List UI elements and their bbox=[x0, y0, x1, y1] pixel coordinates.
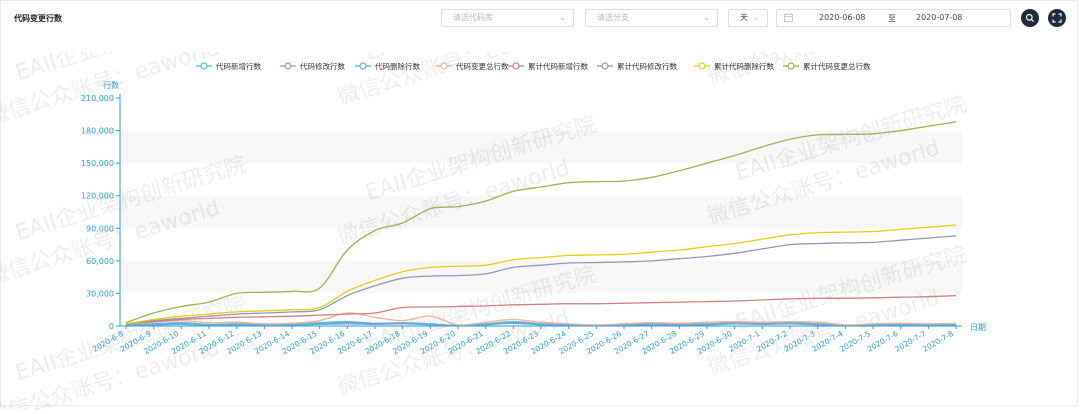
unit-select[interactable]: 天 ⌄ bbox=[728, 9, 768, 27]
date-separator: 至 bbox=[888, 14, 896, 23]
fullscreen-icon bbox=[1052, 13, 1062, 23]
y-tick-label: 30,000 bbox=[86, 289, 114, 298]
legend-swatch-marker bbox=[200, 62, 208, 70]
chevron-down-icon: ⌄ bbox=[753, 13, 760, 22]
legend-label: 累计代码修改行数 bbox=[617, 61, 677, 71]
watermark-tile: EAII企业架构创新研究院微信公众账号：eaworld bbox=[334, 0, 599, 110]
watermark-tile: EAII企业架构创新研究院微信公众账号：eaworld bbox=[704, 0, 969, 90]
repo-select[interactable]: 请选代码库 ⌄ bbox=[441, 9, 574, 27]
search-icon bbox=[1025, 13, 1035, 23]
legend-item-2[interactable]: 代码修改行数 bbox=[280, 61, 345, 71]
legend-label: 代码新增行数 bbox=[216, 61, 261, 71]
x-axis-title: 日期 bbox=[970, 323, 986, 332]
y-tick-label: 90,000 bbox=[86, 224, 114, 233]
search-button[interactable] bbox=[1021, 9, 1039, 27]
x-tick-label: 2020-7-8 bbox=[921, 329, 955, 354]
legend-item-6[interactable]: 累计代码修改行数 bbox=[597, 61, 677, 71]
grid-band bbox=[120, 195, 962, 229]
y-tick-label: 150,000 bbox=[81, 159, 114, 168]
y-tick-label: 120,000 bbox=[81, 192, 114, 201]
date-range-picker[interactable]: 2020-06-08 至 2020-07-08 bbox=[776, 9, 1011, 27]
watermark: EAII企业架构创新研究院微信公众账号：eaworld EAII企业架构创新研究院… bbox=[0, 0, 969, 414]
legend: 代码新增行数 代码修改行数 代码删除行数 代码变更总行数 累计代码新增行数 累计代码修改行… bbox=[196, 61, 871, 71]
y-tick-label: 210,000 bbox=[81, 94, 114, 103]
date-start-input[interactable]: 2020-06-08 bbox=[819, 13, 866, 22]
legend-label: 累计代码新增行数 bbox=[528, 61, 588, 71]
legend-label: 代码修改行数 bbox=[300, 61, 345, 71]
legend-label: 累计代码变更总行数 bbox=[803, 61, 871, 71]
watermark-tile: EAII企业架构创新研究院微信公众账号：eaworld bbox=[0, 292, 249, 414]
legend-item-5[interactable]: 累计代码新增行数 bbox=[508, 61, 588, 71]
repo-select-placeholder: 请选代码库 bbox=[453, 13, 493, 22]
legend-label: 代码变更总行数 bbox=[456, 61, 509, 71]
y-tick-label: 0 bbox=[109, 322, 114, 331]
date-end-input[interactable]: 2020-07-08 bbox=[916, 13, 963, 22]
legend-swatch-marker bbox=[512, 62, 520, 70]
chevron-down-icon: ⌄ bbox=[559, 13, 566, 22]
branch-select-placeholder: 请选分支 bbox=[597, 13, 629, 22]
legend-swatch-marker bbox=[601, 62, 609, 70]
legend-item-3[interactable]: 代码删除行数 bbox=[355, 61, 420, 71]
legend-swatch-marker bbox=[359, 62, 367, 70]
legend-label: 代码删除行数 bbox=[375, 61, 420, 71]
y-tick-label: 60,000 bbox=[86, 257, 114, 266]
unit-select-value: 天 bbox=[740, 13, 748, 22]
y-tick-label: 180,000 bbox=[81, 127, 114, 136]
y-axis-title: 行数 bbox=[103, 80, 119, 90]
legend-label: 累计代码删除行数 bbox=[714, 61, 774, 71]
legend-swatch-marker bbox=[787, 62, 795, 70]
line-chart: EAII企业架构创新研究院微信公众账号：eaworld EAII企业架构创新研究院… bbox=[0, 0, 986, 414]
calendar-icon bbox=[784, 13, 793, 22]
legend-swatch-marker bbox=[284, 62, 292, 70]
panel-title: 代码变更行数 bbox=[14, 14, 62, 23]
legend-swatch-marker bbox=[698, 62, 706, 70]
legend-swatch-marker bbox=[440, 62, 448, 70]
chevron-down-icon: ⌄ bbox=[703, 13, 710, 22]
chart-area: EAII企业架构创新研究院微信公众账号：eaworld EAII企业架构创新研究院… bbox=[0, 0, 1080, 414]
watermark-line: 微信公众账号：eaworld bbox=[704, 52, 942, 90]
branch-select[interactable]: 请选分支 ⌄ bbox=[585, 9, 718, 27]
fullscreen-button[interactable] bbox=[1048, 9, 1066, 27]
